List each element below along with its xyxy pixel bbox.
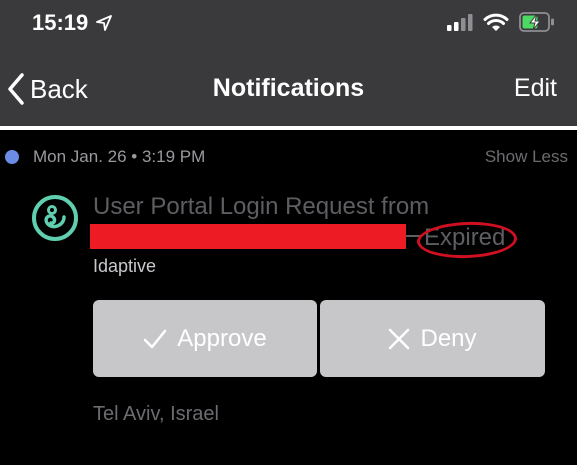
navigation-bar: Back Notifications Edit xyxy=(0,46,577,126)
cellular-signal-icon xyxy=(447,14,473,31)
deny-button[interactable]: Deny xyxy=(320,300,545,377)
approve-label: Approve xyxy=(177,324,267,352)
wifi-icon xyxy=(483,13,509,31)
notification-date: Mon Jan. 26 • 3:19 PM xyxy=(33,147,206,166)
app-name: Idaptive xyxy=(93,256,157,276)
deny-label: Deny xyxy=(420,324,477,352)
status-time-group: 15:19 xyxy=(32,10,113,36)
location-arrow-icon xyxy=(96,15,113,31)
checkmark-icon xyxy=(144,329,167,348)
status-bar: 15:19 xyxy=(0,0,577,46)
status-time: 15:19 xyxy=(32,10,89,35)
notification-meta-row: Mon Jan. 26 • 3:19 PM Show Less xyxy=(0,145,577,169)
battery-charging-icon xyxy=(519,12,554,32)
close-icon xyxy=(389,328,410,349)
idaptive-app-icon xyxy=(32,195,78,241)
approve-button[interactable]: Approve xyxy=(93,300,317,377)
edit-button[interactable]: Edit xyxy=(514,74,557,103)
show-less-button[interactable]: Show Less xyxy=(485,147,568,167)
status-icons xyxy=(447,12,555,32)
redaction-bar xyxy=(90,224,406,249)
notification-title: User Portal Login Request from xyxy=(93,193,430,220)
page-title: Notifications xyxy=(212,74,365,102)
request-location: Tel Aviv, Israel xyxy=(93,403,219,425)
header-divider xyxy=(0,126,577,130)
unread-dot-icon xyxy=(5,150,19,164)
